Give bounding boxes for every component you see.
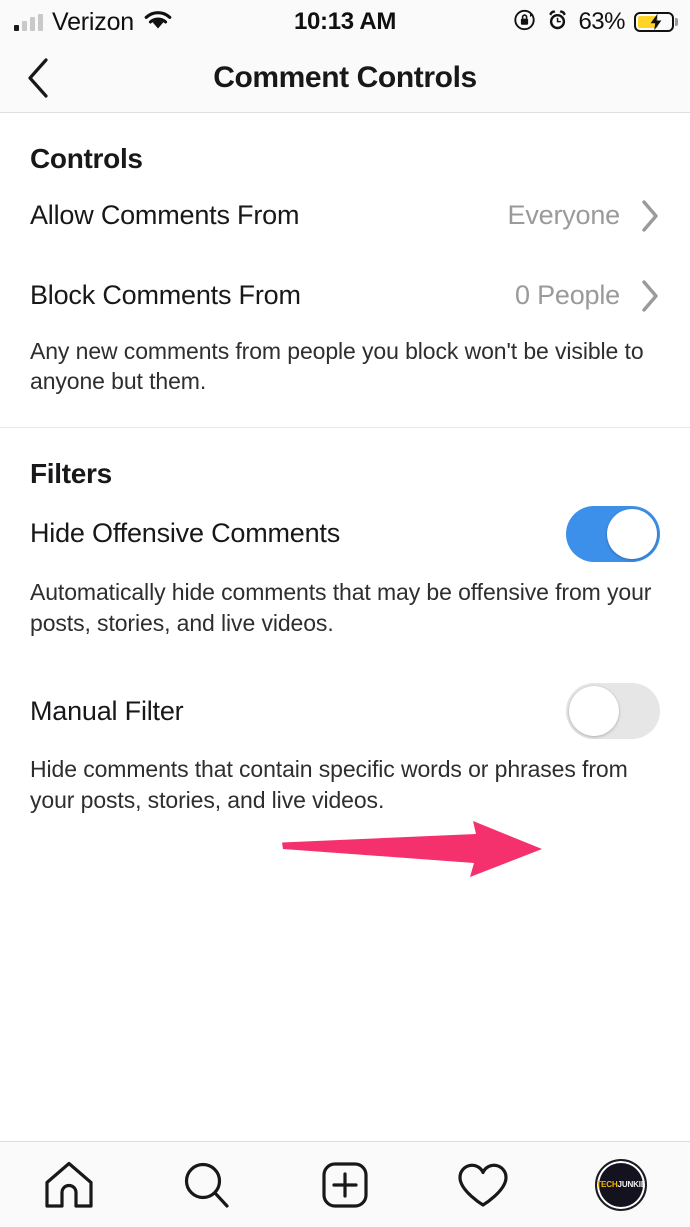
profile-avatar[interactable]: TECHJUNKIE — [595, 1158, 647, 1211]
tab-activity[interactable] — [414, 1142, 552, 1227]
alarm-clock-icon — [546, 8, 569, 37]
hide-offensive-comments-toggle[interactable] — [566, 505, 660, 562]
home-icon — [45, 1161, 93, 1208]
section-filters: Filters Hide Offensive Comments Automati… — [0, 428, 690, 846]
row-label: Block Comments From — [30, 280, 301, 311]
chevron-left-icon — [28, 58, 48, 98]
row-label: Hide Offensive Comments — [30, 518, 341, 549]
status-bar-left: Verizon — [14, 9, 173, 36]
row-hide-offensive-comments[interactable]: Hide Offensive Comments — [30, 491, 660, 577]
tab-home[interactable] — [0, 1142, 138, 1227]
tab-search[interactable] — [138, 1142, 276, 1227]
chevron-right-icon — [642, 199, 658, 232]
row-manual-filter[interactable]: Manual Filter — [30, 668, 660, 754]
avatar-text-junkie: JUNKIE — [617, 1179, 646, 1190]
avatar-text-tech: TECH — [596, 1179, 618, 1190]
page-title: Comment Controls — [213, 61, 477, 94]
tab-profile[interactable]: TECHJUNKIE — [552, 1142, 690, 1227]
controls-description: Any new comments from people you block w… — [30, 337, 644, 395]
nav-header: Comment Controls — [0, 44, 690, 113]
phone-screen: Verizon 10:13 AM 63% Comment Controls Co… — [0, 0, 690, 1227]
avatar-label: TECHJUNKIE — [596, 1179, 646, 1190]
section-controls: Controls Allow Comments From Everyone Bl… — [0, 113, 690, 427]
wifi-icon — [143, 9, 173, 36]
activity-heart-icon — [458, 1163, 508, 1207]
row-value: Everyone — [507, 200, 621, 231]
row-label: Allow Comments From — [30, 200, 300, 231]
section-title-controls: Controls — [30, 143, 143, 174]
back-button[interactable] — [0, 44, 72, 112]
manual-filter-toggle[interactable] — [566, 683, 660, 740]
row-allow-comments-from[interactable]: Allow Comments From Everyone — [30, 176, 660, 256]
hide-offensive-comments-description: Automatically hide comments that may be … — [30, 578, 652, 636]
tab-bar: TECHJUNKIE — [0, 1141, 690, 1227]
signal-bars-icon — [14, 13, 43, 31]
add-post-icon — [322, 1161, 368, 1208]
rotation-lock-icon — [513, 8, 537, 37]
section-title-filters: Filters — [30, 458, 112, 490]
settings-content: Controls Allow Comments From Everyone Bl… — [0, 113, 690, 1141]
row-label: Manual Filter — [30, 695, 184, 726]
row-block-comments-from[interactable]: Block Comments From 0 People — [30, 256, 660, 336]
status-bar-right: 63% — [513, 8, 674, 37]
battery-percent-label: 63% — [578, 8, 625, 35]
search-icon — [184, 1162, 229, 1208]
battery-charging-icon — [634, 12, 674, 32]
row-value: 0 People — [515, 280, 620, 311]
chevron-right-icon — [642, 279, 658, 312]
tab-add-post[interactable] — [276, 1142, 414, 1227]
status-bar: Verizon 10:13 AM 63% — [0, 0, 690, 44]
carrier-label: Verizon — [52, 7, 134, 36]
manual-filter-description: Hide comments that contain specific word… — [30, 756, 628, 814]
